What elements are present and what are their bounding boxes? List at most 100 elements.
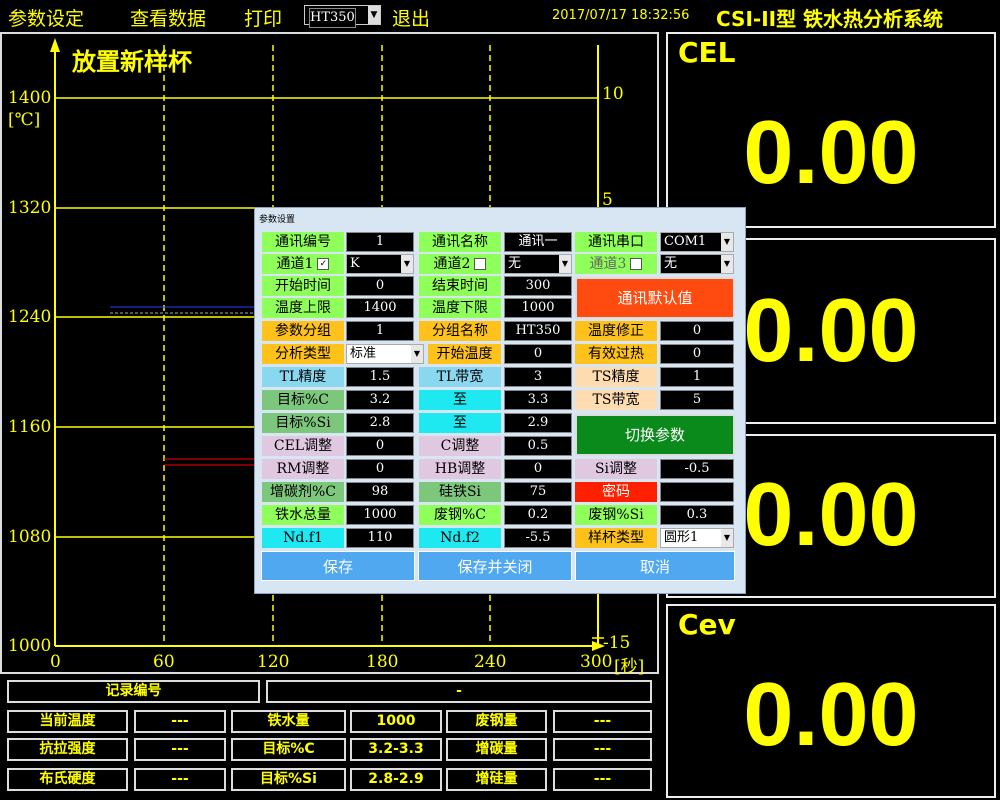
comm-name-label: 通讯名称 <box>419 232 501 252</box>
comm-port-select[interactable]: COM1 ▼ <box>660 232 734 252</box>
channel1-label-text: 通道1 <box>276 256 314 272</box>
temp-upper-input[interactable]: 1400 <box>346 298 414 318</box>
target-c-label: 目标%C <box>231 738 346 761</box>
start-time-input[interactable]: 0 <box>346 276 414 296</box>
save-button[interactable]: 保存 <box>261 551 415 581</box>
target-c-high-input[interactable]: 3.3 <box>504 390 572 410</box>
chevron-down-icon[interactable]: ▼ <box>721 529 733 547</box>
carburizer-c-input[interactable]: 98 <box>346 482 414 502</box>
ts-band-input[interactable]: 5 <box>660 390 734 410</box>
group-name-input[interactable]: HT350 <box>504 321 572 341</box>
temp-upper-label: 温度上限 <box>262 298 344 318</box>
scrap-c-input[interactable]: 0.2 <box>504 505 572 525</box>
temp-lower-input[interactable]: 1000 <box>504 298 572 318</box>
password-label: 密码 <box>575 482 657 502</box>
y-tick-label: 1000 <box>8 636 52 656</box>
chevron-down-icon[interactable]: ▼ <box>401 255 413 273</box>
channel3-value: 无 <box>664 256 678 271</box>
dialog-caption: 参数设置 <box>259 215 296 225</box>
chevron-down-icon[interactable]: ▼ <box>411 345 423 363</box>
current-temp-label: 当前温度 <box>7 710 128 733</box>
ndf1-input[interactable]: 110 <box>346 528 414 548</box>
param-group-input[interactable]: 1 <box>346 321 414 341</box>
carb-add-label: 增碳量 <box>446 738 547 761</box>
carb-add-value: --- <box>553 738 652 761</box>
ndf2-input[interactable]: -5.5 <box>504 528 572 548</box>
target-si-low-input[interactable]: 2.8 <box>346 413 414 433</box>
end-time-label: 结束时间 <box>419 276 501 296</box>
rm-adjust-input[interactable]: 0 <box>346 459 414 479</box>
to-label: 至 <box>419 390 501 410</box>
c-adjust-input[interactable]: 0.5 <box>504 436 572 456</box>
si-adjust-label: Si调整 <box>575 459 657 479</box>
ferrosilicon-input[interactable]: 75 <box>504 482 572 502</box>
y-unit-label: [℃] <box>8 110 41 130</box>
y-axis-arrow <box>50 38 60 52</box>
target-si-label: 目标%Si <box>262 413 344 433</box>
panel-label: CEL <box>678 36 736 69</box>
temp-correction-input[interactable]: 0 <box>660 321 734 341</box>
channel1-value: K <box>350 256 360 271</box>
channel3-checkbox[interactable] <box>630 258 643 270</box>
y-tick-label: 1080 <box>8 527 52 547</box>
si-add-label: 增硅量 <box>446 768 547 791</box>
effective-superheat-input[interactable]: 0 <box>660 344 734 364</box>
record-no-value: - <box>266 680 652 703</box>
comm-default-button[interactable]: 通讯默认值 <box>575 277 735 319</box>
chevron-down-icon[interactable]: ▼ <box>721 233 733 251</box>
switch-params-button[interactable]: 切换参数 <box>575 414 735 456</box>
channel2-checkbox[interactable] <box>474 258 487 270</box>
channel1-select[interactable]: K ▼ <box>346 254 414 274</box>
channel3-select[interactable]: 无 ▼ <box>660 254 734 274</box>
end-time-input[interactable]: 300 <box>504 276 572 296</box>
cel-adjust-label: CEL调整 <box>262 436 344 456</box>
temp-lower-label: 温度下限 <box>419 298 501 318</box>
target-c-label: 目标%C <box>262 390 344 410</box>
cel-adjust-input[interactable]: 0 <box>346 436 414 456</box>
cup-type-value: 圆形1 <box>664 530 699 545</box>
hb-adjust-input[interactable]: 0 <box>504 459 572 479</box>
channel2-label: 通道2 <box>419 254 501 274</box>
channel3-label: 通道3 <box>575 254 657 274</box>
x-tick-label: 120 <box>257 652 290 672</box>
hardness-value: --- <box>134 768 226 791</box>
x-tick-label: 240 <box>474 652 507 672</box>
chart-status-title: 放置新样杯 <box>72 48 192 76</box>
start-temp-input[interactable]: 0 <box>504 344 572 364</box>
channel1-checkbox[interactable]: ✓ <box>317 258 330 270</box>
channel3-label-text: 通道3 <box>589 256 627 272</box>
comm-name-input[interactable]: 通讯一 <box>504 232 572 252</box>
channel2-select[interactable]: 无 ▼ <box>504 254 572 274</box>
tl-precision-input[interactable]: 1.5 <box>346 367 414 387</box>
cup-type-select[interactable]: 圆形1 ▼ <box>660 528 734 548</box>
analysis-type-select[interactable]: 标准 ▼ <box>346 344 424 364</box>
tensile-label: 抗拉强度 <box>7 738 128 761</box>
cancel-button[interactable]: 取消 <box>575 551 735 581</box>
password-input[interactable] <box>660 482 734 502</box>
hb-adjust-label: HB调整 <box>419 459 501 479</box>
chevron-down-icon[interactable]: ▼ <box>559 255 571 273</box>
x-tick-label: 180 <box>366 652 399 672</box>
to-label: 至 <box>419 413 501 433</box>
channel2-value: 无 <box>508 256 522 271</box>
start-time-label: 开始时间 <box>262 276 344 296</box>
y-tick-label: 1240 <box>8 307 52 327</box>
si-adjust-input[interactable]: -0.5 <box>660 459 734 479</box>
comm-no-label: 通讯编号 <box>262 232 344 252</box>
scrap-si-input[interactable]: 0.3 <box>660 505 734 525</box>
iron-total-input[interactable]: 1000 <box>346 505 414 525</box>
chevron-down-icon[interactable]: ▼ <box>721 255 733 273</box>
target-c-low-input[interactable]: 3.2 <box>346 390 414 410</box>
ts-precision-input[interactable]: 1 <box>660 367 734 387</box>
temp-correction-label: 温度修正 <box>575 321 657 341</box>
scrap-qty-value: --- <box>553 710 652 733</box>
save-close-button[interactable]: 保存并关闭 <box>418 551 572 581</box>
tl-precision-label: TL精度 <box>262 367 344 387</box>
si-add-value: --- <box>553 768 652 791</box>
channel1-label: 通道1 ✓ <box>262 254 344 274</box>
target-si-high-input[interactable]: 2.9 <box>504 413 572 433</box>
comm-no-input[interactable]: 1 <box>346 232 414 252</box>
cup-type-label: 样杯类型 <box>575 528 657 548</box>
tl-band-input[interactable]: 3 <box>504 367 572 387</box>
ts-band-label: TS带宽 <box>575 390 657 410</box>
